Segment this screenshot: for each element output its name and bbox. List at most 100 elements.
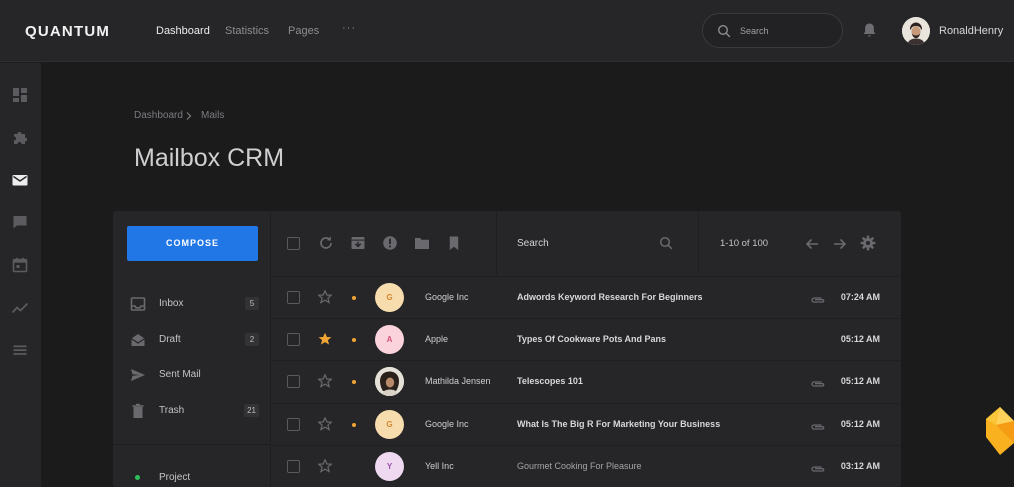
nav-statistics[interactable]: Statistics [225,25,269,37]
bell-icon[interactable] [862,22,877,44]
menu-icon[interactable] [11,341,29,359]
draft-icon [130,332,146,353]
message-row[interactable]: A Apple Types Of Cookware Pots And Pans 05:… [272,318,901,360]
message-checkbox[interactable] [287,375,300,388]
star-outline-icon[interactable] [317,289,333,309]
folder-count-badge: 21 [244,404,259,417]
message-row[interactable]: Mathilda Jensen Telescopes 101 05:12 AM [272,360,901,402]
message-time: 05:12 AM [840,334,880,344]
folder-label: Inbox [159,298,184,309]
message-subject: Telescopes 101 [517,376,583,386]
folder-label: Draft [159,334,181,345]
star-outline-icon[interactable] [317,373,333,393]
folder-sent-mail[interactable]: Sent Mail [127,365,259,385]
arrow-left-icon[interactable] [805,237,819,255]
star-filled-icon[interactable] [318,332,332,351]
label-project[interactable]: Project [159,472,190,483]
message-subject: Types Of Cookware Pots And Pans [517,334,667,344]
message-row[interactable]: G Google Inc Adwords Keyword Research For … [272,276,901,318]
breadcrumb-mails[interactable]: Mails [201,110,224,121]
message-time: 03:12 AM [840,461,880,471]
compose-button[interactable]: COMPOSE [127,226,258,261]
search-icon [717,24,731,43]
sender-avatar: G [375,410,404,439]
toolbar-divider [496,211,497,275]
sender-avatar: G [375,283,404,312]
avatar-initial: Y [386,462,393,471]
global-search[interactable] [702,13,843,48]
inbox-icon [130,296,146,317]
message-subject: Adwords Keyword Research For Beginners [517,292,703,302]
bookmark-icon[interactable] [446,235,462,256]
message-row[interactable]: G Google Inc What Is The Big R For Marketi… [272,403,901,445]
puzzle-icon[interactable] [11,128,29,146]
report-spam-icon[interactable] [382,235,398,256]
message-time: 05:12 AM [840,419,880,429]
message-time: 05:12 AM [840,376,880,386]
nav-more[interactable]: ··· [342,22,356,34]
unread-dot [352,380,356,384]
unread-dot [352,338,356,342]
breadcrumb-dashboard[interactable]: Dashboard [134,110,183,121]
sender-avatar: Y [375,452,404,481]
attachment-icon [810,461,826,479]
message-row[interactable]: Y Yell Inc Gourmet Cooking For Pleasure 03:… [272,445,901,487]
folder-draft[interactable]: Draft 2 [127,330,259,350]
mail-search-input[interactable]: Search [517,238,549,249]
search-icon[interactable] [659,236,673,255]
message-sender: Apple [425,334,449,344]
nav-dashboard[interactable]: Dashboard [156,25,210,37]
avatar-initial: G [386,420,393,429]
user-name[interactable]: RonaldHenry [939,25,1003,37]
folder-label: Sent Mail [159,369,201,380]
nav-pages[interactable]: Pages [288,25,319,37]
label-color-dot [135,475,140,480]
gear-icon[interactable] [860,235,876,256]
sketch-logo-icon [986,403,1014,464]
folder-count-badge: 5 [245,297,259,310]
brand-logo[interactable]: QUANTUM [25,23,110,40]
user-avatar[interactable] [902,17,930,45]
unread-dot [352,296,356,300]
unread-dot [352,423,356,427]
trash-icon [130,403,146,424]
trend-icon[interactable] [11,299,29,317]
message-subject: Gourmet Cooking For Pleasure [517,461,642,471]
attachment-icon [810,419,826,437]
message-checkbox[interactable] [287,460,300,473]
star-outline-icon[interactable] [317,416,333,436]
message-time: 07:24 AM [840,292,880,302]
left-icon-bar [0,63,41,487]
chat-icon[interactable] [11,213,29,231]
message-checkbox[interactable] [287,291,300,304]
select-all-checkbox[interactable] [287,237,300,250]
avatar-initial: A [386,335,393,344]
archive-icon[interactable] [350,235,366,256]
dashboard-icon[interactable] [11,86,29,104]
folder-count-badge: 2 [245,333,259,346]
folder-icon[interactable] [414,235,430,256]
chevron-right-icon [185,108,193,126]
message-checkbox[interactable] [287,333,300,346]
avatar-initial: G [386,293,393,302]
arrow-right-icon[interactable] [833,237,847,255]
calendar-icon[interactable] [11,256,29,274]
message-sender: Google Inc [425,419,469,429]
search-input[interactable] [740,23,835,39]
sender-avatar: A [375,325,404,354]
folder-trash[interactable]: Trash 21 [127,401,259,421]
toolbar-divider [698,211,699,275]
message-sender: Mathilda Jensen [425,376,491,386]
attachment-icon [810,292,826,310]
message-checkbox[interactable] [287,418,300,431]
folder-inbox[interactable]: Inbox 5 [127,294,259,314]
refresh-icon[interactable] [318,235,334,256]
page-title: Mailbox CRM [134,144,285,172]
star-outline-icon[interactable] [317,458,333,478]
mail-icon[interactable] [11,171,29,189]
message-subject: What Is The Big R For Marketing Your Bus… [517,419,721,429]
sidebar-divider [113,444,271,445]
folder-label: Trash [159,405,185,416]
message-sender: Yell Inc [425,461,454,471]
pagination-range: 1-10 of 100 [720,238,769,249]
